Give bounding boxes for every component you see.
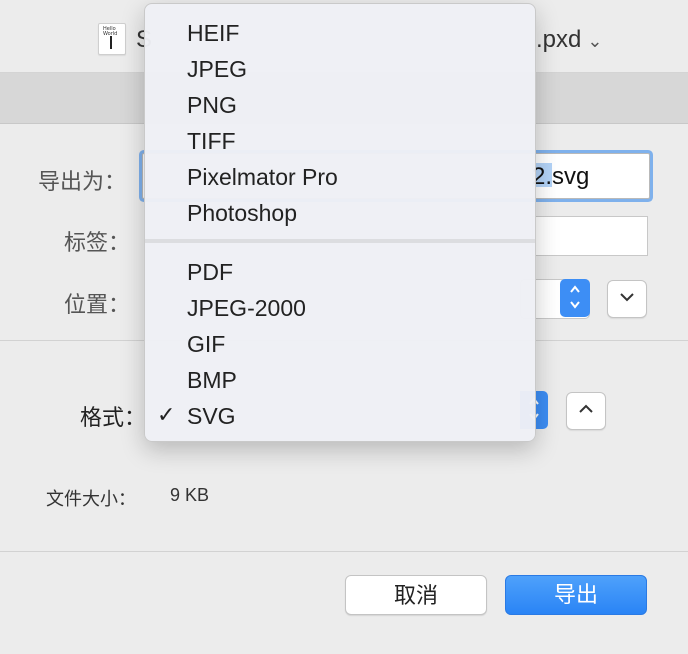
file-size-label: 文件大小： — [46, 489, 136, 509]
chevron-down-icon — [620, 293, 634, 302]
menu-item-pdf[interactable]: PDF — [145, 253, 535, 289]
menu-item-png[interactable]: PNG — [145, 86, 535, 122]
menu-item-bmp[interactable]: BMP — [145, 361, 535, 397]
filename-suffix: .svg — [545, 163, 590, 190]
window-title-end[interactable]: .pxd ⌄ — [536, 26, 602, 54]
location-stepper-icon[interactable] — [560, 279, 590, 317]
format-label: 格式： — [80, 405, 147, 430]
location-label: 位置： — [64, 292, 131, 317]
window-title-extension: .pxd — [536, 26, 582, 53]
updown-chevrons-icon — [570, 285, 580, 309]
menu-item-gif[interactable]: GIF — [145, 325, 535, 361]
format-dropdown-menu: HEIF JPEG PNG TIFF Pixelmator Pro Photos… — [144, 3, 536, 442]
menu-item-pixelmator-pro[interactable]: Pixelmator Pro — [145, 158, 535, 194]
cancel-button[interactable]: 取消 — [345, 575, 487, 615]
menu-separator — [145, 239, 535, 243]
tags-input[interactable] — [532, 216, 648, 256]
divider — [0, 551, 688, 552]
export-as-label: 导出为： — [38, 169, 127, 194]
chevron-down-icon[interactable]: ⌄ — [587, 31, 602, 51]
menu-item-photoshop[interactable]: Photoshop — [145, 194, 535, 230]
filename-value[interactable]: 2.svg — [532, 163, 589, 191]
checkmark-icon: ✓ — [157, 403, 176, 428]
file-size-value: 9 KB — [170, 485, 210, 505]
chevron-up-icon — [579, 404, 593, 413]
collapse-button[interactable] — [566, 392, 606, 430]
menu-item-heif[interactable]: HEIF — [145, 14, 535, 50]
document-icon: Hello World — [98, 23, 126, 55]
expand-button[interactable] — [607, 280, 647, 318]
tags-label: 标签： — [64, 230, 131, 255]
menu-item-jpeg-2000[interactable]: JPEG-2000 — [145, 289, 535, 325]
menu-item-tiff[interactable]: TIFF — [145, 122, 535, 158]
menu-item-jpeg[interactable]: JPEG — [145, 50, 535, 86]
menu-item-svg[interactable]: ✓ SVG — [145, 397, 535, 433]
export-button[interactable]: 导出 — [505, 575, 647, 615]
